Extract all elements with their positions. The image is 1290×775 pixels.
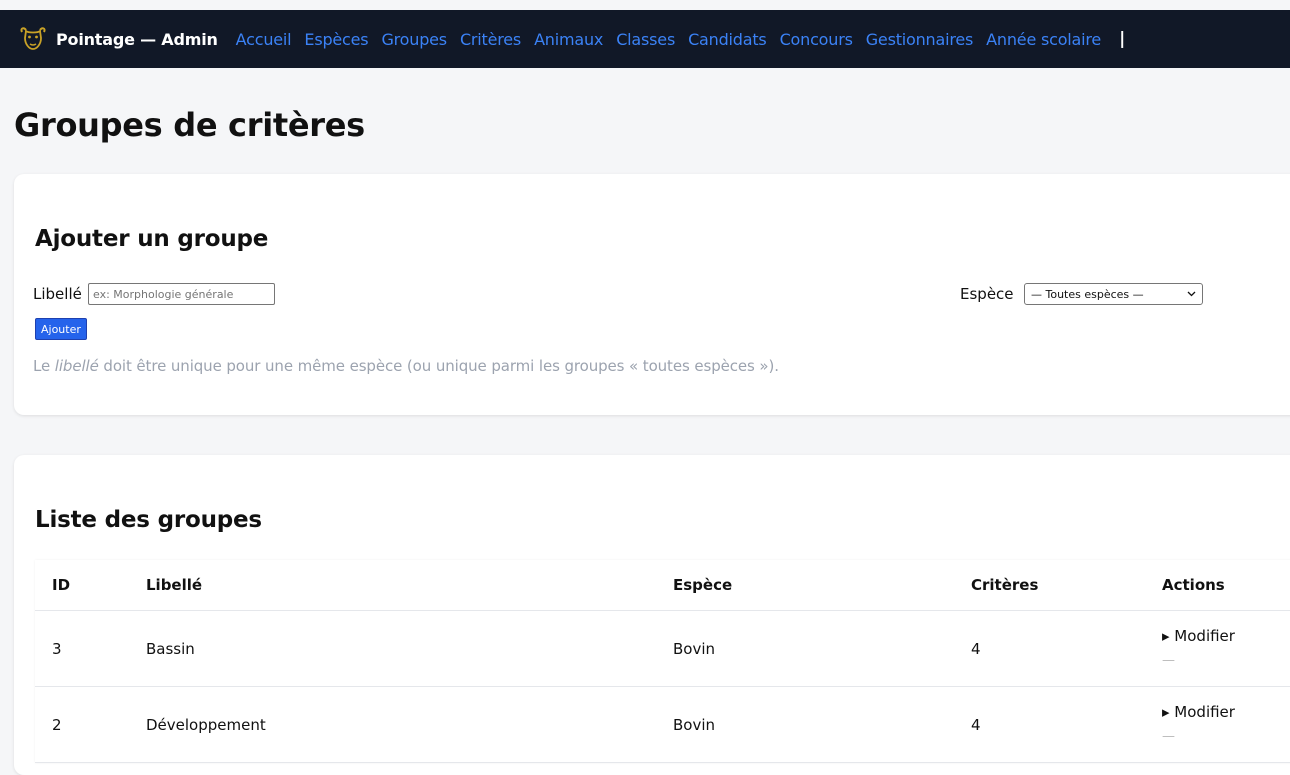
add-group-card: Ajouter un groupe Libellé Espèce — Toute… [14, 174, 1290, 415]
header-espece: Espèce [673, 560, 971, 611]
nav-accueil[interactable]: Accueil [236, 30, 292, 49]
header-libelle: Libellé [146, 560, 673, 611]
table-row: 3 Bassin Bovin 4 ▸ Modifier — [35, 610, 1290, 687]
hint-after: doit être unique pour une même espèce (o… [98, 357, 779, 375]
nav-separator: | [1119, 29, 1126, 49]
bull-logo-icon [18, 24, 48, 54]
cell-espece: Bovin [673, 610, 971, 687]
modifier-toggle[interactable]: ▸ Modifier [1162, 627, 1235, 645]
libelle-label: Libellé [33, 285, 82, 303]
cell-espece: Bovin [673, 686, 971, 763]
header-id: ID [35, 560, 146, 611]
cell-criteres: 4 [971, 610, 1162, 687]
list-title: Liste des groupes [35, 507, 262, 533]
unique-hint: Le libellé doit être unique pour une mêm… [33, 357, 779, 375]
nav-gestionnaires[interactable]: Gestionnaires [866, 30, 974, 49]
nav-classes[interactable]: Classes [616, 30, 675, 49]
nav-animaux[interactable]: Animaux [534, 30, 603, 49]
cell-actions: ▸ Modifier — [1162, 686, 1290, 763]
cell-actions: ▸ Modifier — [1162, 610, 1290, 687]
nav-annee-scolaire[interactable]: Année scolaire [986, 30, 1101, 49]
hint-em: libellé [54, 357, 99, 375]
groups-table: ID Libellé Espèce Critères Actions 3 Bas… [35, 560, 1290, 763]
table-header-row: ID Libellé Espèce Critères Actions [35, 560, 1290, 611]
nav-candidats[interactable]: Candidats [688, 30, 767, 49]
header-actions: Actions [1162, 560, 1290, 611]
page-title: Groupes de critères [14, 106, 365, 144]
nav-especes[interactable]: Espèces [304, 30, 368, 49]
cell-criteres: 4 [971, 686, 1162, 763]
brand-title[interactable]: Pointage — Admin [56, 30, 218, 49]
nav-concours[interactable]: Concours [780, 30, 853, 49]
cell-libelle: Bassin [146, 610, 673, 687]
action-dash: — [1162, 653, 1175, 668]
cell-libelle: Développement [146, 686, 673, 763]
group-list-card: Liste des groupes ID Libellé Espèce Crit… [14, 455, 1290, 775]
header-criteres: Critères [971, 560, 1162, 611]
add-group-title: Ajouter un groupe [35, 226, 269, 252]
nav-groupes[interactable]: Groupes [381, 30, 447, 49]
libelle-input[interactable] [88, 283, 275, 305]
table-row: 2 Développement Bovin 4 ▸ Modifier — [35, 686, 1290, 763]
nav-criteres[interactable]: Critères [460, 30, 521, 49]
espece-selected-value: — Toutes espèces — [1031, 287, 1144, 301]
cell-id: 2 [35, 686, 146, 763]
espece-select[interactable]: — Toutes espèces — [1024, 283, 1203, 305]
top-navbar: Pointage — Admin Accueil Espèces Groupes… [0, 10, 1290, 68]
action-dash: — [1162, 729, 1175, 744]
modifier-toggle[interactable]: ▸ Modifier [1162, 703, 1235, 721]
hint-before: Le [33, 357, 55, 375]
cell-id: 3 [35, 610, 146, 687]
chevron-down-icon [1187, 289, 1196, 300]
add-button[interactable]: Ajouter [35, 318, 87, 340]
espece-label: Espèce [960, 285, 1014, 303]
